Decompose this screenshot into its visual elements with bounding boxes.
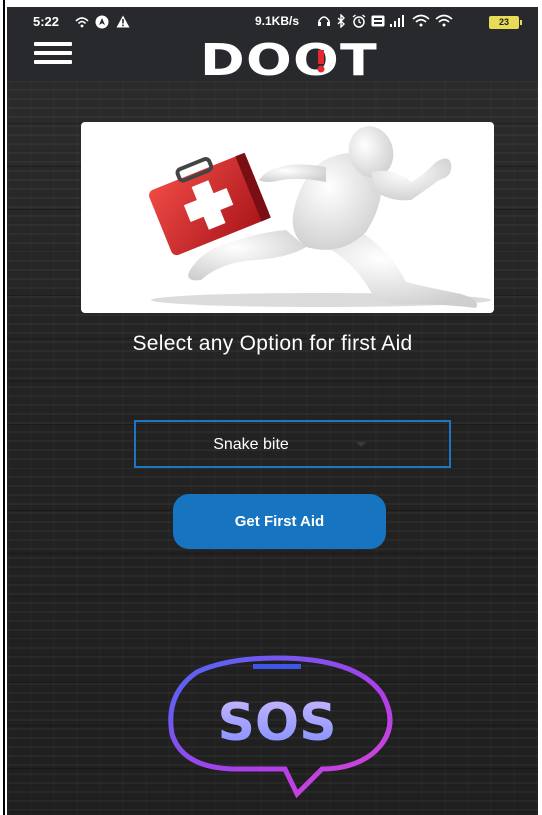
menu-line bbox=[34, 42, 72, 46]
navigation-icon bbox=[95, 15, 109, 29]
bluetooth-icon bbox=[337, 13, 346, 29]
first-aid-prompt: Select any Option for first Aid bbox=[132, 332, 413, 355]
running-medic-illustration bbox=[149, 126, 491, 308]
headphones-icon bbox=[318, 16, 330, 27]
volte-icon bbox=[371, 15, 385, 27]
menu-line bbox=[34, 51, 72, 55]
doot-logo-wordmark: DOOT bbox=[200, 35, 378, 86]
sos-label: SOS bbox=[217, 693, 336, 753]
top-app-bar: 5:22 9.1KB/s 23 DOOT bbox=[7, 7, 538, 86]
left-border bbox=[0, 0, 7, 815]
status-left-icons bbox=[75, 14, 130, 29]
hamburger-menu-icon[interactable] bbox=[34, 42, 72, 68]
menu-line bbox=[34, 60, 72, 64]
status-time: 5:22 bbox=[33, 14, 60, 29]
wifi-icon bbox=[412, 15, 430, 27]
dropdown-arrow-icon bbox=[356, 442, 366, 447]
status-right-icons bbox=[317, 13, 453, 29]
first-aid-option-dropdown[interactable]: Snake bite bbox=[134, 420, 451, 468]
status-bar: 5:22 9.1KB/s 23 bbox=[7, 7, 538, 35]
wifi-secondary-icon bbox=[435, 15, 453, 27]
sos-badge-icon: SOS bbox=[168, 655, 393, 799]
logo-text: DOOT bbox=[200, 38, 378, 80]
alarm-icon bbox=[352, 14, 366, 28]
battery-icon: 23 bbox=[489, 16, 522, 29]
warning-icon bbox=[116, 15, 130, 28]
main-content: Select any Option for first Aid Snake bi… bbox=[7, 80, 538, 815]
app-logo: DOOT bbox=[200, 35, 380, 86]
dropdown-selected-value: Snake bite bbox=[213, 436, 289, 453]
app-screen: 5:22 9.1KB/s 23 DOOT Select any Option f… bbox=[7, 7, 538, 815]
network-speed: 9.1KB/s bbox=[255, 14, 300, 28]
sos-button[interactable]: SOS bbox=[157, 654, 397, 804]
first-aid-hero-image bbox=[81, 122, 494, 313]
get-first-aid-button[interactable]: Get First Aid bbox=[173, 494, 386, 549]
wifi-hotspot-icon bbox=[75, 17, 89, 28]
signal-icon bbox=[390, 14, 405, 27]
